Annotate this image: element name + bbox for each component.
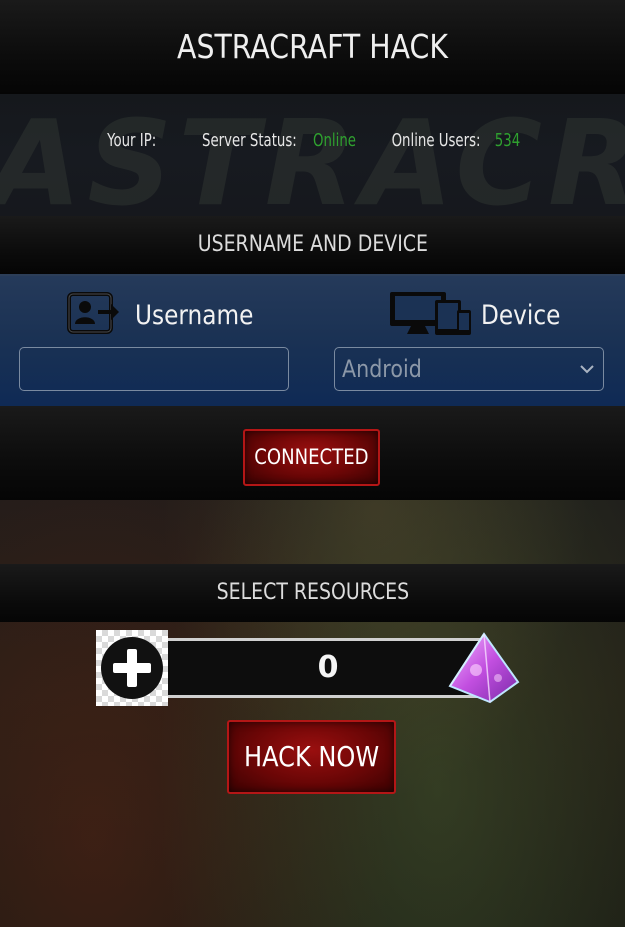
plus-circle-icon[interactable] xyxy=(96,630,168,706)
username-label: Username xyxy=(135,299,254,331)
username-input[interactable] xyxy=(19,347,289,391)
section-title-username-device: USERNAME AND DEVICE xyxy=(197,232,428,257)
header-bar: ASTRACRAFT HACK xyxy=(0,0,625,94)
user-card-icon xyxy=(67,291,121,340)
connected-button[interactable]: CONNECTED xyxy=(243,429,380,486)
username-device-section-header: USERNAME AND DEVICE xyxy=(0,216,625,274)
device-select[interactable]: Android xyxy=(334,347,604,391)
devices-icon xyxy=(389,290,473,341)
username-header: Username xyxy=(67,291,273,340)
crystal-gem-icon xyxy=(446,630,524,711)
chevron-down-icon xyxy=(579,361,595,382)
resources-section-header: SELECT RESOURCES xyxy=(0,564,625,622)
device-select-value: Android xyxy=(342,355,422,383)
username-device-form: Username Device Android xyxy=(0,274,625,406)
logo-watermark: ASTRACRAFT xyxy=(0,94,625,216)
ip-label: Your IP: xyxy=(106,130,157,151)
server-status-value: Online xyxy=(313,130,357,151)
device-label: Device xyxy=(481,299,561,331)
resource-amount: 0 xyxy=(168,638,488,698)
section-title-resources: SELECT RESOURCES xyxy=(216,580,409,605)
online-users-label: Online Users: xyxy=(391,130,481,151)
hack-now-button-label: HACK NOW xyxy=(243,740,380,773)
server-status-label: Server Status: xyxy=(202,130,297,151)
connected-button-label: CONNECTED xyxy=(254,445,369,469)
page-title: ASTRACRAFT HACK xyxy=(177,27,448,66)
status-line: Your IP: Server Status: Online Online Us… xyxy=(0,130,625,151)
resource-selector: 0 xyxy=(96,630,526,706)
status-strip: ASTRACRAFT Your IP: Server Status: Onlin… xyxy=(0,94,625,216)
connect-bar: CONNECTED xyxy=(0,406,625,500)
online-users-value: 534 xyxy=(494,130,521,151)
device-header: Device xyxy=(389,290,573,341)
hack-now-button[interactable]: HACK NOW xyxy=(227,720,396,794)
